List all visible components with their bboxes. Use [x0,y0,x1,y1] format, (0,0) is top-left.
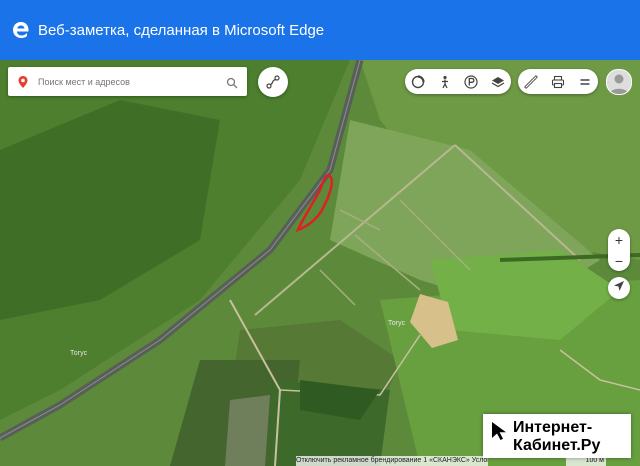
print-icon[interactable] [550,74,566,90]
satellite-map[interactable] [0,60,640,466]
village-label: Тогус [70,350,88,357]
traffic-icon[interactable] [410,74,426,90]
page-title: Веб-заметка, сделанная в Microsoft Edge [38,21,325,39]
menu-icon[interactable] [577,74,593,90]
tools-toolbar [518,69,598,94]
map-attribution[interactable]: Отключить рекламное брендирование 1 «СКА… [296,456,488,466]
edge-logo-icon [10,19,32,41]
route-button[interactable] [258,67,288,97]
search-icon[interactable] [226,76,238,88]
title-bar: Веб-заметка, сделанная в Microsoft Edge [0,0,640,60]
navigation-arrow-icon [613,279,625,297]
ruler-icon[interactable] [523,74,539,90]
location-pin-icon [16,75,30,89]
search-box[interactable] [8,67,247,96]
zoom-control: + − [608,229,630,271]
layers-toolbar [405,69,511,94]
route-icon [265,74,281,90]
avatar[interactable] [606,69,632,95]
watermark-line-2: Кабинет.Ру [513,437,601,454]
search-input[interactable] [36,75,220,88]
watermark-line-1: Интернет- [513,419,593,436]
zoom-out-button[interactable]: − [615,254,623,268]
locate-button[interactable] [608,277,630,299]
layers-icon[interactable] [490,74,506,90]
person-icon[interactable] [437,74,453,90]
zoom-in-button[interactable]: + [615,233,623,247]
parking-icon[interactable] [463,74,479,90]
cursor-arrow-icon [492,422,506,440]
village-label: Тогус [388,320,406,327]
